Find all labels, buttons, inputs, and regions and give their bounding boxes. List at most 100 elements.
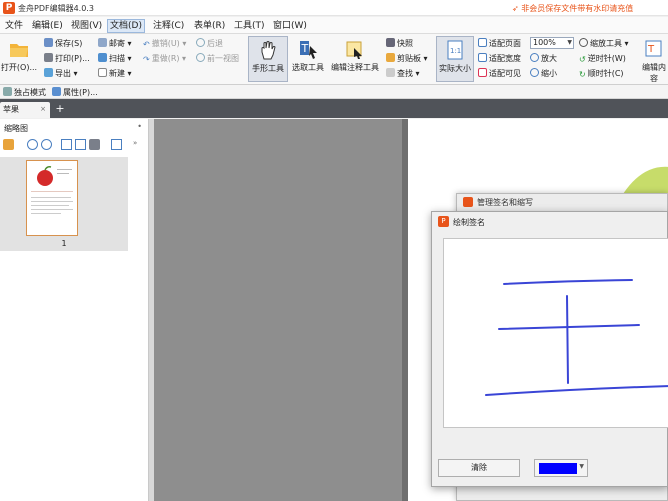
arrow-back-icon	[196, 38, 205, 47]
zoom-out-button[interactable]: 缩小	[530, 67, 557, 80]
close-tab-icon[interactable]: ×	[40, 102, 46, 117]
edit-annotation-tool-button[interactable]: 编辑注释工具	[328, 36, 382, 82]
binoculars-icon	[386, 68, 395, 77]
clear-button[interactable]: 清除	[438, 459, 520, 477]
chevron-down-icon: ▼	[579, 463, 584, 470]
annotation-edit-icon	[346, 41, 362, 59]
undo-icon: ↶	[143, 40, 150, 49]
menu-document[interactable]: 文档(D)	[107, 19, 145, 33]
text-select-icon: T	[300, 41, 317, 59]
thumbnail-panel: 缩略图 • » 1	[0, 119, 149, 501]
signature-strokes	[485, 279, 668, 396]
new-tab-button[interactable]: +	[54, 103, 66, 115]
menu-form[interactable]: 表单(R)	[191, 19, 228, 33]
svg-text:1:1: 1:1	[450, 47, 461, 55]
more-icon[interactable]: »	[133, 139, 144, 150]
ribbon-toolbar: 打开(O)... 保存(S) 打印(P)... 导出 ▾ 邮寄 ▾ 扫描 ▾ 新…	[0, 34, 668, 85]
zoom-out-icon	[530, 68, 539, 77]
properties-button[interactable]: 属性(P)...	[52, 86, 98, 99]
rotate-cw-button[interactable]: ↻ 顺时针(C)	[579, 67, 624, 80]
print-button[interactable]: 打印(P)...	[44, 52, 90, 65]
app-logo-icon: P	[3, 2, 15, 14]
zoom-out-icon[interactable]	[41, 139, 52, 150]
folder-open-icon	[10, 44, 28, 57]
select-tool-button[interactable]: T 选取工具	[289, 36, 327, 82]
dialog-title: 管理签名和缩写	[477, 198, 533, 207]
zoom-tool-button[interactable]: 缩放工具 ▾	[579, 37, 629, 50]
thumbnail-panel-title: 缩略图	[4, 124, 28, 133]
snapshot-button[interactable]: 快照	[386, 37, 413, 50]
camera-icon	[386, 38, 395, 47]
zoom-in-icon[interactable]	[27, 139, 38, 150]
actual-size-icon: 1:1	[447, 40, 463, 60]
redo-icon: ↷	[143, 55, 150, 64]
dialog-title: 绘制签名	[453, 218, 485, 227]
clipboard-button[interactable]: 剪贴板 ▾	[386, 52, 428, 65]
fit-width-button[interactable]: 适配宽度	[478, 52, 521, 65]
export-icon	[44, 68, 53, 77]
scanner-icon	[98, 53, 107, 62]
email-button[interactable]: 邮寄 ▾	[98, 37, 132, 50]
edit-text-icon: T	[645, 40, 662, 57]
page-properties-icon[interactable]	[111, 139, 122, 150]
app-logo-icon	[463, 197, 473, 207]
page-extract-icon[interactable]	[61, 139, 72, 150]
mail-icon	[98, 38, 107, 47]
draw-signature-dialog: P 绘制签名 清除 ▼	[431, 211, 668, 487]
undo-button[interactable]: ↶ 撤销(U) ▾	[143, 37, 186, 50]
svg-text:T: T	[647, 44, 655, 55]
options-icon[interactable]	[3, 139, 14, 150]
page-thumbnail[interactable]	[26, 160, 78, 236]
hand-icon	[261, 41, 276, 60]
menu-bar: 文件 编辑(E) 视图(V) 文档(D) 注释(C) 表单(R) 工具(T) 窗…	[0, 17, 668, 34]
edit-content-button[interactable]: T 编辑内容	[640, 36, 668, 82]
print-page-icon[interactable]	[89, 139, 100, 150]
rotate-ccw-button[interactable]: ↺ 逆时针(W)	[579, 52, 626, 65]
exclusive-mode-button[interactable]: 独占模式	[3, 86, 46, 99]
menu-window[interactable]: 窗口(W)	[270, 19, 310, 33]
clipboard-icon	[386, 53, 395, 62]
secondary-toolbar: 独占模式 属性(P)...	[0, 85, 668, 99]
panel-pin-icon[interactable]: •	[137, 122, 142, 131]
fit-page-icon	[478, 38, 487, 47]
back-button[interactable]: 后退	[196, 37, 223, 50]
export-button[interactable]: 导出 ▾	[44, 67, 78, 80]
fullscreen-icon	[3, 87, 12, 96]
menu-comment[interactable]: 注释(C)	[150, 19, 187, 33]
printer-icon	[44, 53, 53, 62]
fit-page-button[interactable]: 适配页面	[478, 37, 521, 50]
thumbnail-page-number: 1	[61, 239, 67, 248]
thumbnail-toolbar: »	[3, 138, 146, 152]
document-tab-bar: 苹果 × +	[0, 99, 668, 118]
rotate-right-icon: ↻	[579, 70, 586, 79]
properties-icon	[52, 87, 61, 96]
app-title: 金舟PDF编辑器4.0.3	[18, 4, 94, 13]
zoom-in-button[interactable]: 放大	[530, 52, 557, 65]
redo-button[interactable]: ↷ 重做(R) ▾	[143, 52, 186, 65]
apple-thumbnail-image	[31, 166, 73, 214]
chevron-down-icon: ▼	[567, 39, 572, 46]
find-button[interactable]: 查找 ▾	[386, 67, 420, 80]
zoom-level-select[interactable]: 100% ▼	[530, 37, 574, 49]
scan-button[interactable]: 扫描 ▾	[98, 52, 132, 65]
save-icon	[44, 38, 53, 47]
hand-tool-button[interactable]: 手形工具	[248, 36, 288, 82]
page-rotate-icon[interactable]	[75, 139, 86, 150]
tab-document[interactable]: 苹果 ×	[0, 102, 50, 118]
menu-tools[interactable]: 工具(T)	[231, 19, 268, 33]
vip-promo-link[interactable]: ➶ 非会员保存文件带有水印请充值	[512, 3, 633, 14]
forward-view-button[interactable]: 前一视图	[196, 52, 239, 65]
open-button[interactable]: 打开(O)...	[0, 36, 38, 82]
pen-color-picker[interactable]: ▼	[534, 459, 588, 477]
fit-visible-button[interactable]: 适配可见	[478, 67, 521, 80]
new-button[interactable]: 新建 ▾	[98, 67, 132, 80]
rotate-left-icon: ↺	[579, 55, 586, 64]
save-button[interactable]: 保存(S)	[44, 37, 82, 50]
title-bar: P 金舟PDF编辑器4.0.3 ➶ 非会员保存文件带有水印请充值	[0, 0, 668, 16]
menu-edit[interactable]: 编辑(E)	[29, 19, 66, 33]
signature-canvas[interactable]	[443, 238, 668, 428]
menu-file[interactable]: 文件	[2, 19, 26, 33]
app-logo-icon: P	[438, 216, 449, 227]
actual-size-button[interactable]: 1:1 实际大小	[436, 36, 474, 82]
menu-view[interactable]: 视图(V)	[68, 19, 105, 33]
